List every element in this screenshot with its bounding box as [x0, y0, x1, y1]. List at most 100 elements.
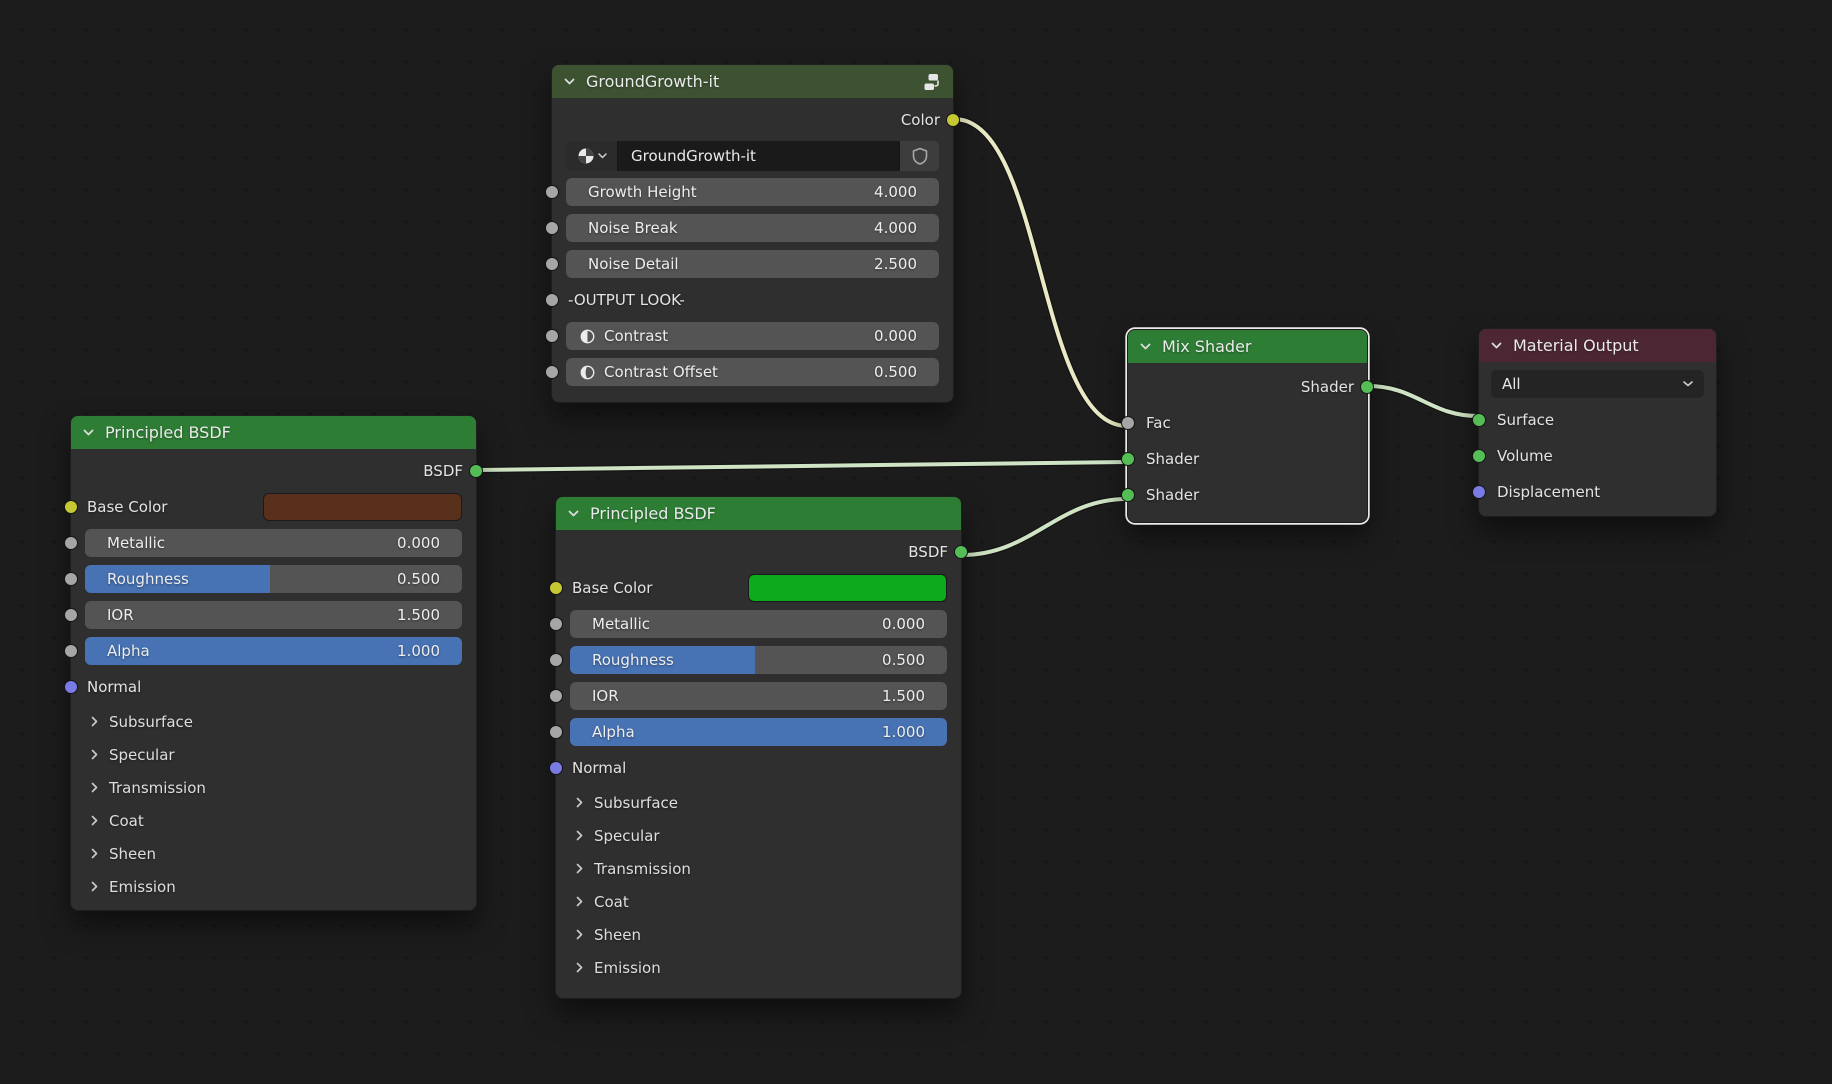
section-subsurface[interactable]: Subsurface: [71, 705, 476, 738]
fake-user-button[interactable]: [899, 141, 939, 171]
contrast-offset-slider[interactable]: Contrast Offset 0.500: [566, 358, 939, 386]
socket-metallic-input[interactable]: [549, 617, 563, 631]
ior-slider[interactable]: IOR 1.500: [85, 601, 462, 629]
base-color-swatch[interactable]: [748, 574, 947, 602]
material-browse-button[interactable]: [566, 141, 618, 171]
node-header-principled-left[interactable]: Principled BSDF: [71, 416, 476, 449]
section-sheen[interactable]: Sheen: [71, 837, 476, 870]
socket-volume-input[interactable]: [1472, 449, 1486, 463]
socket-alpha-input[interactable]: [549, 725, 563, 739]
input-label: Volume: [1497, 447, 1553, 465]
socket-ior-input[interactable]: [64, 608, 78, 622]
section-specular[interactable]: Specular: [71, 738, 476, 771]
prop-value: 0.000: [397, 534, 440, 552]
socket-metallic-input[interactable]: [64, 536, 78, 550]
section-transmission[interactable]: Transmission: [71, 771, 476, 804]
socket-roughness-input[interactable]: [549, 653, 563, 667]
socket-surface-input[interactable]: [1472, 413, 1486, 427]
input-row-displacement: Displacement: [1479, 474, 1716, 510]
prop-value: 4.000: [874, 219, 917, 237]
node-material-output[interactable]: Material Output All Surface Volume Displ…: [1478, 328, 1717, 517]
growth-height-slider[interactable]: Growth Height 4.000: [566, 178, 939, 206]
noise-detail-slider[interactable]: Noise Detail 2.500: [566, 250, 939, 278]
socket-normal-input[interactable]: [549, 761, 563, 775]
section-coat[interactable]: Coat: [71, 804, 476, 837]
normal-row: Normal: [556, 750, 961, 786]
node-header-groundgrowth[interactable]: GroundGrowth-it: [552, 65, 953, 98]
section-emission[interactable]: Emission: [71, 870, 476, 903]
socket-displacement-input[interactable]: [1472, 485, 1486, 499]
output-row-shader: Shader: [1128, 369, 1367, 405]
socket-roughness-input[interactable]: [64, 572, 78, 586]
socket-contrast-input[interactable]: [545, 329, 559, 343]
socket-shader2-input[interactable]: [1121, 488, 1135, 502]
socket-color-output[interactable]: [946, 113, 960, 127]
section-label: Specular: [109, 746, 175, 764]
node-mix-shader[interactable]: Mix Shader Shader Fac Shader Shader: [1127, 329, 1368, 523]
alpha-slider[interactable]: Alpha 1.000: [570, 718, 947, 746]
socket-fac-input[interactable]: [1121, 416, 1135, 430]
socket-alpha-input[interactable]: [64, 644, 78, 658]
prop-label: Roughness: [592, 651, 674, 669]
contrast-slider[interactable]: Contrast 0.000: [566, 322, 939, 350]
node-header-material-output[interactable]: Material Output: [1479, 329, 1716, 362]
input-row-shader-1: Shader: [1128, 441, 1367, 477]
alpha-slider[interactable]: Alpha 1.000: [85, 637, 462, 665]
chevron-right-icon: [576, 929, 583, 940]
contrast-icon: [580, 329, 595, 344]
section-coat[interactable]: Coat: [556, 885, 961, 918]
prop-value: 0.500: [397, 570, 440, 588]
node-principled-bsdf-left[interactable]: Principled BSDF BSDF Base Color Metallic…: [70, 415, 477, 911]
chevron-right-icon: [576, 962, 583, 973]
material-name-field[interactable]: GroundGrowth-it: [618, 141, 899, 171]
socket-growth-height-input[interactable]: [545, 185, 559, 199]
section-label: Coat: [594, 893, 629, 911]
prop-label: Noise Break: [588, 219, 678, 237]
socket-noise-detail-input[interactable]: [545, 257, 559, 271]
socket-output-look-input[interactable]: [545, 293, 559, 307]
socket-ior-input[interactable]: [549, 689, 563, 703]
socket-base-color-input[interactable]: [549, 581, 563, 595]
socket-contrast-offset-input[interactable]: [545, 365, 559, 379]
chevron-right-icon: [91, 716, 98, 727]
section-label: Emission: [594, 959, 661, 977]
socket-base-color-input[interactable]: [64, 500, 78, 514]
normal-label: Normal: [572, 759, 626, 777]
input-label: Surface: [1497, 411, 1554, 429]
section-specular[interactable]: Specular: [556, 819, 961, 852]
socket-bsdf-output[interactable]: [469, 464, 483, 478]
section-emission[interactable]: Emission: [556, 951, 961, 984]
contrast-offset-icon: [580, 365, 595, 380]
metallic-slider[interactable]: Metallic 0.000: [85, 529, 462, 557]
roughness-slider[interactable]: Roughness 0.500: [85, 565, 462, 593]
prop-value: 1.000: [397, 642, 440, 660]
output-row-color: Color: [552, 102, 953, 138]
node-groundgrowth[interactable]: GroundGrowth-it Color GroundGrowth-it Gr…: [551, 64, 954, 403]
metallic-slider[interactable]: Metallic 0.000: [570, 610, 947, 638]
prop-row-alpha: Alpha 1.000: [71, 633, 476, 669]
input-row-surface: Surface: [1479, 402, 1716, 438]
socket-shader-output[interactable]: [1360, 380, 1374, 394]
node-header-mix-shader[interactable]: Mix Shader: [1128, 330, 1367, 363]
socket-shader1-input[interactable]: [1121, 452, 1135, 466]
section-transmission[interactable]: Transmission: [556, 852, 961, 885]
socket-bsdf-output[interactable]: [954, 545, 968, 559]
prop-row-contrast-offset: Contrast Offset 0.500: [552, 354, 953, 390]
render-target-dropdown[interactable]: All: [1491, 370, 1704, 398]
prop-label: Metallic: [107, 534, 165, 552]
section-subsurface[interactable]: Subsurface: [556, 786, 961, 819]
ior-slider[interactable]: IOR 1.500: [570, 682, 947, 710]
prop-label: Contrast Offset: [604, 363, 718, 381]
section-label: Transmission: [109, 779, 206, 797]
socket-normal-input[interactable]: [64, 680, 78, 694]
roughness-slider[interactable]: Roughness 0.500: [570, 646, 947, 674]
section-sheen[interactable]: Sheen: [556, 918, 961, 951]
chevron-right-icon: [91, 848, 98, 859]
base-color-swatch[interactable]: [263, 493, 462, 521]
node-header-principled-center[interactable]: Principled BSDF: [556, 497, 961, 530]
socket-noise-break-input[interactable]: [545, 221, 559, 235]
noise-break-slider[interactable]: Noise Break 4.000: [566, 214, 939, 242]
prop-row-contrast: Contrast 0.000: [552, 318, 953, 354]
node-principled-bsdf-center[interactable]: Principled BSDF BSDF Base Color Metallic…: [555, 496, 962, 999]
base-color-label: Base Color: [87, 498, 167, 516]
